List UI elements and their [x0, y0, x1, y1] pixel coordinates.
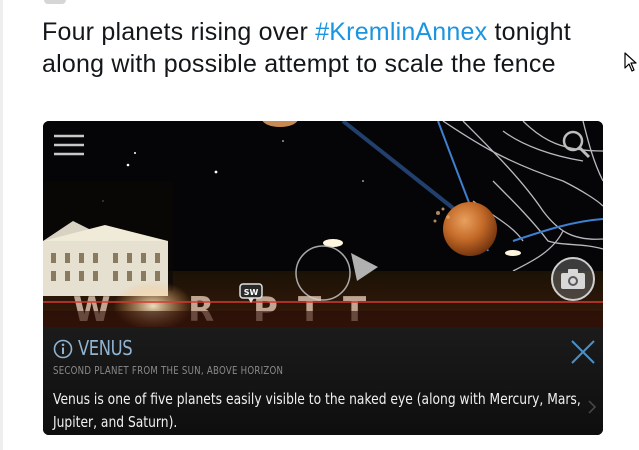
tweet-text-start: Four planets rising over	[42, 18, 316, 46]
close-icon[interactable]	[570, 339, 596, 365]
compass-label: SW	[244, 288, 259, 297]
search-icon[interactable]	[561, 129, 591, 159]
sky-view-scene[interactable]: WRP TT	[43, 121, 603, 327]
info-icon	[53, 339, 73, 359]
media-card[interactable]: WRP TT SW VENUS SECOND PLANET FROM THE S…	[43, 121, 603, 435]
tweet-text: Four planets rising over #KremlinAnnex t…	[42, 16, 602, 80]
planet-description: Venus is one of five planets easily visi…	[53, 390, 581, 431]
planet-subtitle: SECOND PLANET FROM THE SUN, ABOVE HORIZO…	[53, 365, 284, 377]
previous-tweet-edge	[44, 0, 66, 4]
hamburger-menu-icon[interactable]	[53, 133, 85, 157]
planet-info-panel: VENUS SECOND PLANET FROM THE SUN, ABOVE …	[43, 327, 603, 435]
chevron-right-icon[interactable]	[587, 399, 597, 415]
planet-title: VENUS	[78, 336, 133, 360]
hashtag-link[interactable]: #KremlinAnnex	[315, 18, 487, 46]
camera-icon[interactable]	[550, 256, 596, 302]
mouse-cursor-icon	[624, 52, 637, 72]
page-left-edge	[0, 0, 3, 450]
sw-marker-icon: SW	[239, 283, 263, 305]
